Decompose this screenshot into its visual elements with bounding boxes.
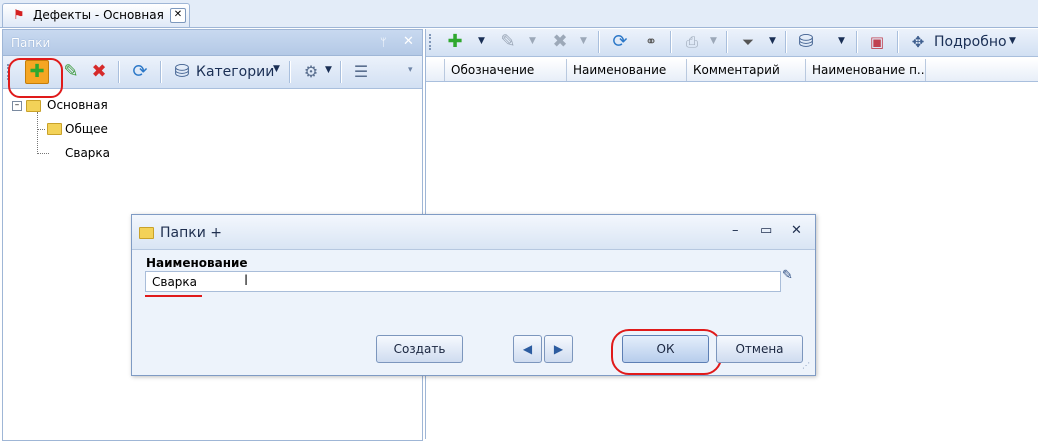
refresh-button[interactable]: ⟳ [128,60,152,84]
chevron-down-icon[interactable]: ▼ [325,65,332,75]
print-icon[interactable]: ⎙ [680,30,704,54]
folder-dialog: Папки + – ▭ ✕ Наименование Сварка I ✎ Со… [131,214,816,376]
dialog-titlebar[interactable]: Папки + – ▭ ✕ [132,215,815,250]
document-tab-strip: ⚑ Дефекты - Основная ✕ [0,0,1038,28]
arrow-right-icon: ▶ [553,342,564,356]
binoculars-icon[interactable]: ⚭ [639,30,663,54]
minimize-icon[interactable]: – [732,223,739,238]
edit-record-button[interactable]: ✎ [496,30,520,54]
toolbar-separator [897,31,899,53]
categories-icon[interactable]: ⛁ [794,30,818,54]
chevron-down-icon[interactable]: ▼ [273,64,280,74]
highlight-ring-add [8,58,63,98]
folders-panel-header: Папки ᛘ ✕ [3,30,422,56]
folder-icon [47,123,62,135]
close-tab-icon[interactable]: ✕ [170,8,186,23]
report-icon[interactable]: ▣ [865,30,889,54]
chevron-down-icon[interactable]: ▼ [838,36,845,46]
delete-record-button[interactable]: ✖ [548,30,572,54]
tree-connector [37,112,38,154]
folder-icon [139,227,154,239]
toolbar-separator [118,61,120,83]
close-panel-icon[interactable]: ✕ [403,34,414,49]
grid-toolbar: ✚ ▼ ✎ ▼ ✖ ▼ ⟳ ⚭ ⎙ ▼ ⏷ ▼ ⛁ ▼ ▣ ✥ Подробно… [426,29,1038,57]
document-tab[interactable]: ⚑ Дефекты - Основная ✕ [2,3,190,27]
toolbar-separator [670,31,672,53]
delete-folder-button[interactable]: ✖ [87,60,111,84]
tree-node-welding[interactable]: Сварка [65,146,110,160]
add-record-button[interactable]: ✚ [443,30,467,54]
maximize-icon[interactable]: ▭ [760,223,772,238]
folders-panel-title: Папки [11,36,51,50]
tree-node-general[interactable]: Общее [65,122,108,136]
chevron-down-icon[interactable]: ▼ [580,36,587,46]
edit-pencil-icon[interactable]: ✎ [782,268,793,283]
pin-icon[interactable]: ᛘ [380,36,387,49]
chevron-down-icon[interactable]: ▼ [478,36,485,46]
name-field[interactable]: Сварка I [145,271,781,292]
sort-icon[interactable]: ☰ [349,60,373,84]
dialog-title: Папки + [160,225,222,241]
toolbar-separator [160,61,162,83]
chevron-down-icon[interactable]: ▼ [710,36,717,46]
refresh-button[interactable]: ⟳ [608,30,632,54]
chevron-down-icon[interactable]: ▼ [769,36,776,46]
grid-header: Обозначение Наименование Комментарий Наи… [426,59,1038,82]
details-icon: ✥ [911,33,925,51]
tree-connector [37,129,45,130]
chevron-down-icon[interactable]: ▼ [1009,36,1016,46]
cancel-button[interactable]: Отмена [716,335,803,363]
chevron-down-icon[interactable]: ▼ [529,36,536,46]
highlight-ring-ok [611,329,722,375]
close-icon[interactable]: ✕ [791,223,802,238]
field-label: Наименование [146,256,248,270]
column-header-designation[interactable]: Обозначение [445,59,567,81]
details-button[interactable]: Подробно [934,34,1007,50]
tree-node-root[interactable]: Основная [47,98,108,112]
filter-icon[interactable]: ⏷ [736,30,760,54]
flag-icon: ⚑ [13,8,25,23]
toolbar-separator [340,61,342,83]
categories-button[interactable]: Категории [196,64,274,80]
folder-icon [26,100,41,112]
prev-button[interactable]: ◀ [513,335,542,363]
toolbar-separator [598,31,600,53]
edit-folder-button[interactable]: ✎ [59,60,83,84]
arrow-left-icon: ◀ [522,342,533,356]
toolbar-separator [289,61,291,83]
column-header-name[interactable]: Наименование [567,59,687,81]
row-indicator-header [426,59,445,81]
overflow-chevron-icon[interactable]: ▾ [408,65,413,75]
column-header-name-extra[interactable]: Наименование п... [806,59,926,81]
resize-grip-icon[interactable]: ⋰ [802,361,810,370]
folders-toolbar: ✚ ✎ ✖ ⟳ ⛁ Категории ▼ ⚙ ▼ ☰ ▾ [3,56,422,98]
name-field-value: Сварка [152,275,198,289]
column-header-comment[interactable]: Комментарий [687,59,806,81]
tree-connector [37,153,49,154]
toolbar-grip[interactable] [429,34,433,50]
document-tab-title: Дефекты - Основная [33,8,164,22]
collapse-icon[interactable]: – [12,101,22,111]
toolbar-separator [856,31,858,53]
validation-underline [145,295,202,297]
text-cursor-icon: I [244,273,249,289]
next-button[interactable]: ▶ [544,335,573,363]
create-button[interactable]: Создать [376,335,463,363]
toolbar-separator [785,31,787,53]
categories-icon: ⛁ [174,61,190,82]
toolbar-separator [726,31,728,53]
settings-icon[interactable]: ⚙ [299,60,323,84]
